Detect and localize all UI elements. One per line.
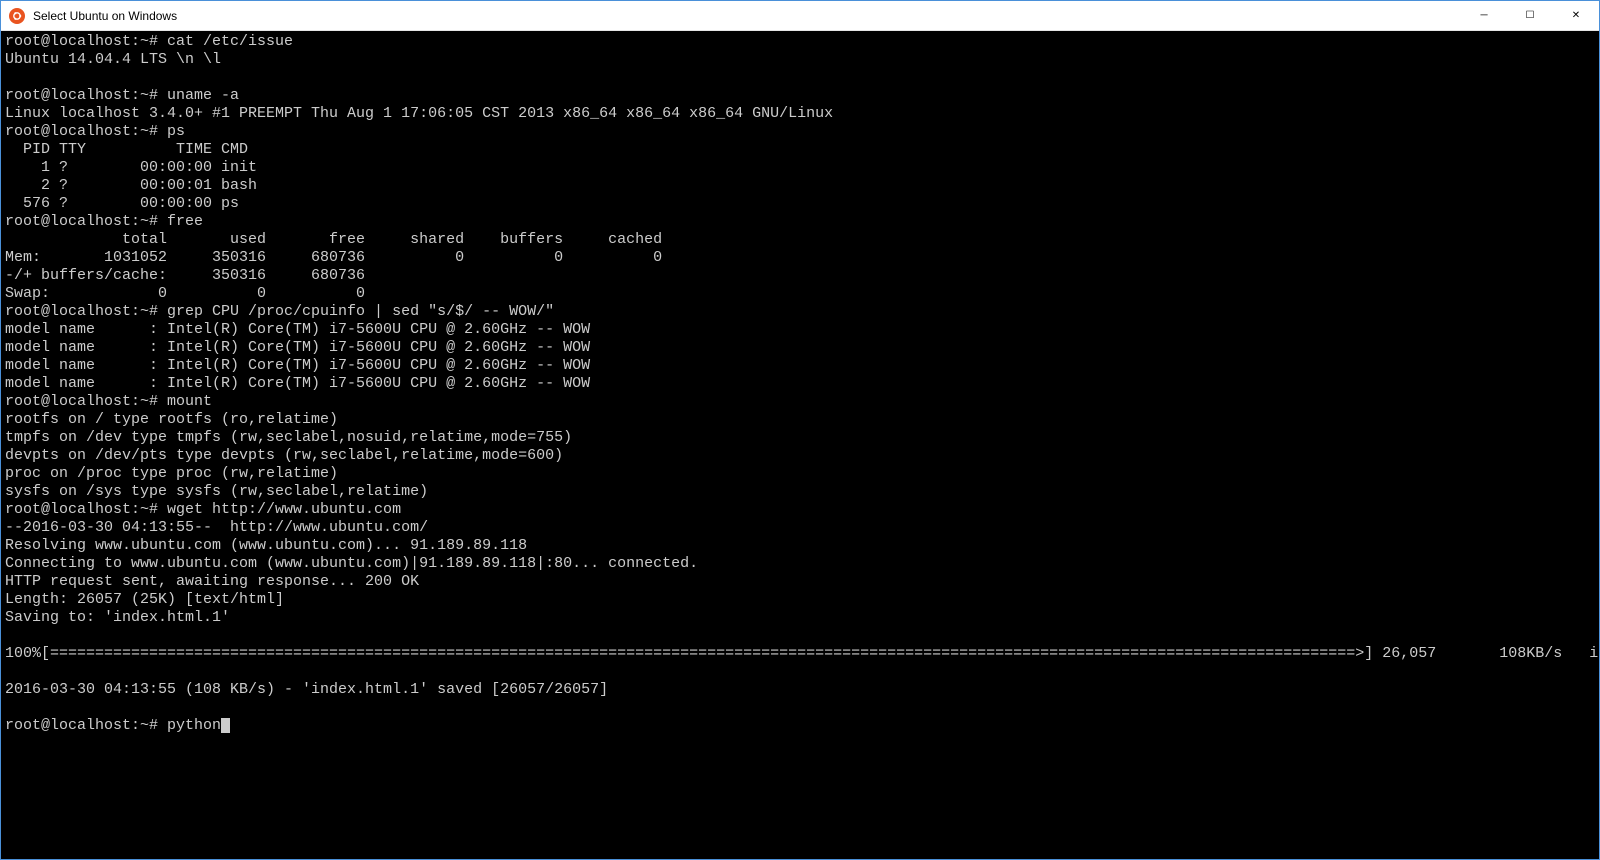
prompt-text: root@localhost:~# <box>5 717 167 734</box>
terminal-line: root@localhost:~# wget http://www.ubuntu… <box>5 501 1595 519</box>
minimize-button[interactable]: ─ <box>1461 1 1507 30</box>
terminal-line: 100%[===================================… <box>5 645 1595 663</box>
terminal-current-line[interactable]: root@localhost:~# python <box>5 717 1595 735</box>
terminal-line: tmpfs on /dev type tmpfs (rw,seclabel,no… <box>5 429 1595 447</box>
terminal-line: total used free shared buffers cached <box>5 231 1595 249</box>
terminal-line: root@localhost:~# mount <box>5 393 1595 411</box>
terminal-line: HTTP request sent, awaiting response... … <box>5 573 1595 591</box>
terminal-line: Saving to: 'index.html.1' <box>5 609 1595 627</box>
window-title: Select Ubuntu on Windows <box>33 9 1461 23</box>
terminal-line: --2016-03-30 04:13:55-- http://www.ubunt… <box>5 519 1595 537</box>
terminal-line: Swap: 0 0 0 <box>5 285 1595 303</box>
app-window: Select Ubuntu on Windows ─ ☐ ✕ root@loca… <box>0 0 1600 860</box>
terminal-line: model name : Intel(R) Core(TM) i7-5600U … <box>5 339 1595 357</box>
terminal-line: root@localhost:~# cat /etc/issue <box>5 33 1595 51</box>
current-input-text: python <box>167 717 221 734</box>
minimize-icon: ─ <box>1480 10 1487 21</box>
terminal-line: Resolving www.ubuntu.com (www.ubuntu.com… <box>5 537 1595 555</box>
terminal-line: proc on /proc type proc (rw,relatime) <box>5 465 1595 483</box>
terminal-line: root@localhost:~# free <box>5 213 1595 231</box>
terminal-line: -/+ buffers/cache: 350316 680736 <box>5 267 1595 285</box>
terminal-line: Ubuntu 14.04.4 LTS \n \l <box>5 51 1595 69</box>
text-cursor <box>221 718 230 733</box>
terminal-line: Connecting to www.ubuntu.com (www.ubuntu… <box>5 555 1595 573</box>
maximize-icon: ☐ <box>1526 10 1535 21</box>
terminal-line <box>5 699 1595 717</box>
close-icon: ✕ <box>1572 10 1580 21</box>
terminal-line: Length: 26057 (25K) [text/html] <box>5 591 1595 609</box>
terminal-line: sysfs on /sys type sysfs (rw,seclabel,re… <box>5 483 1595 501</box>
terminal-line <box>5 663 1595 681</box>
terminal-line: root@localhost:~# ps <box>5 123 1595 141</box>
titlebar[interactable]: Select Ubuntu on Windows ─ ☐ ✕ <box>1 1 1599 31</box>
terminal-line: root@localhost:~# grep CPU /proc/cpuinfo… <box>5 303 1595 321</box>
terminal-area[interactable]: root@localhost:~# cat /etc/issueUbuntu 1… <box>1 31 1599 859</box>
terminal-line <box>5 627 1595 645</box>
terminal-line: model name : Intel(R) Core(TM) i7-5600U … <box>5 375 1595 393</box>
terminal-line: PID TTY TIME CMD <box>5 141 1595 159</box>
terminal-line: Linux localhost 3.4.0+ #1 PREEMPT Thu Au… <box>5 105 1595 123</box>
terminal-line: model name : Intel(R) Core(TM) i7-5600U … <box>5 357 1595 375</box>
ubuntu-logo-icon <box>9 8 25 24</box>
terminal-line: 2 ? 00:00:01 bash <box>5 177 1595 195</box>
window-controls: ─ ☐ ✕ <box>1461 1 1599 30</box>
terminal-line: devpts on /dev/pts type devpts (rw,secla… <box>5 447 1595 465</box>
terminal-line: 576 ? 00:00:00 ps <box>5 195 1595 213</box>
terminal-line: Mem: 1031052 350316 680736 0 0 0 <box>5 249 1595 267</box>
terminal-line <box>5 69 1595 87</box>
maximize-button[interactable]: ☐ <box>1507 1 1553 30</box>
terminal-line: 1 ? 00:00:00 init <box>5 159 1595 177</box>
terminal-line: 2016-03-30 04:13:55 (108 KB/s) - 'index.… <box>5 681 1595 699</box>
terminal-line: rootfs on / type rootfs (ro,relatime) <box>5 411 1595 429</box>
terminal-line: model name : Intel(R) Core(TM) i7-5600U … <box>5 321 1595 339</box>
close-button[interactable]: ✕ <box>1553 1 1599 30</box>
terminal-line: root@localhost:~# uname -a <box>5 87 1595 105</box>
